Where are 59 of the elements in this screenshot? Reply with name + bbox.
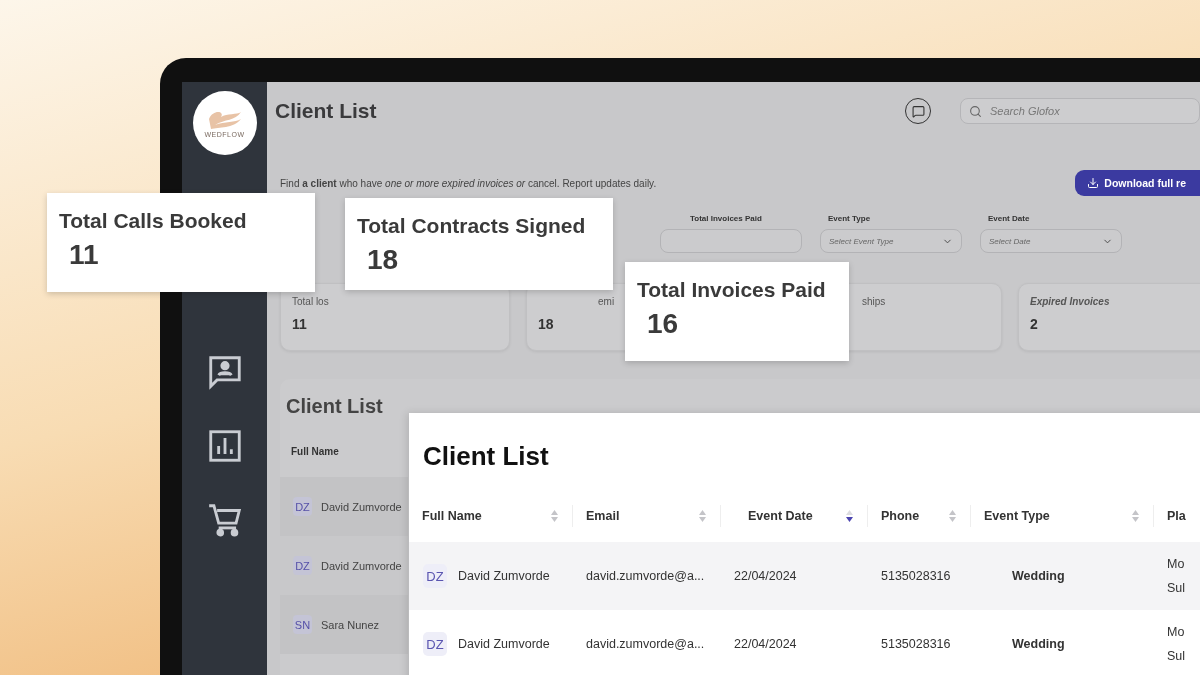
highlight-label: Total Contracts Signed bbox=[357, 214, 587, 238]
table-cell: David Zumvorde bbox=[458, 569, 550, 583]
stat-label: ships bbox=[862, 296, 886, 307]
column-header[interactable]: Event Date bbox=[721, 505, 868, 527]
table-cell-text: david.zumvorde@a... bbox=[585, 569, 706, 583]
highlight-value: 11 bbox=[68, 239, 100, 271]
table-title: Client List bbox=[423, 441, 550, 472]
table-cell: David Zumvorde bbox=[458, 637, 550, 651]
table-row[interactable]: DZ David Zumvorde bbox=[280, 477, 408, 536]
download-button[interactable]: Download full re bbox=[1075, 170, 1200, 196]
highlight-value: 18 bbox=[366, 244, 400, 276]
table-cell-text: Wedding bbox=[1011, 637, 1066, 651]
column-header[interactable]: Full Name bbox=[409, 505, 573, 527]
page-title: Client List bbox=[275, 99, 378, 123]
column-header[interactable]: Phone bbox=[868, 505, 971, 527]
filter-label: Event Type bbox=[827, 214, 872, 223]
highlight-label: Total Invoices Paid bbox=[637, 278, 827, 302]
intro-text: Find a client who have one or more expired invoices or cancel. Report updates daily. bbox=[280, 177, 657, 189]
table-cell-text: david.zumvorde@a... bbox=[585, 637, 706, 651]
stat-value: 11 bbox=[292, 316, 307, 332]
highlight-value: 16 bbox=[646, 308, 680, 340]
select-field[interactable]: Select Event Type bbox=[820, 229, 962, 253]
stat-label: emi bbox=[598, 296, 615, 307]
client-name: David Zumvorde bbox=[321, 559, 402, 572]
panel-title: Client List bbox=[286, 395, 384, 418]
column-header[interactable]: Event Type bbox=[971, 505, 1154, 527]
column-header[interactable]: Pla bbox=[1154, 505, 1200, 527]
client-name: Sara Nunez bbox=[321, 618, 380, 631]
input-field[interactable] bbox=[660, 229, 802, 253]
stat-value: 18 bbox=[538, 316, 554, 332]
table-cell-text: Mo Sul bbox=[1166, 557, 1187, 595]
sort-icon[interactable] bbox=[846, 510, 853, 522]
chat-icon bbox=[911, 104, 925, 118]
search-field[interactable]: Search Glofox bbox=[960, 98, 1200, 124]
table-cell-text: 22/04/2024 bbox=[733, 569, 798, 583]
table-cell-text: Mo Sul bbox=[1166, 625, 1187, 663]
filter-label: Event Date bbox=[987, 214, 1031, 223]
avatar: DZ bbox=[423, 632, 447, 656]
avatar: SN bbox=[293, 615, 312, 634]
column-header[interactable]: Email bbox=[573, 505, 721, 527]
stat-label: Expired Invoices bbox=[1030, 296, 1110, 307]
search-input[interactable]: Search Glofox bbox=[988, 104, 1142, 118]
table-row[interactable]: DZ David Zumvorde david.zumvorde@a... 22/04/2024 5135028316 Wedding Mo Sul bbox=[409, 542, 1200, 610]
avatar: DZ bbox=[423, 564, 447, 588]
avatar: DZ bbox=[293, 556, 312, 575]
select-field[interactable]: Select Date bbox=[980, 229, 1122, 253]
table-row[interactable]: SN Sara Nunez bbox=[280, 595, 408, 654]
table-cell-text: 22/04/2024 bbox=[733, 637, 798, 651]
table-cell-text: 5135028316 bbox=[880, 637, 952, 651]
download-icon bbox=[1087, 177, 1100, 189]
stat-label: Total los bbox=[292, 296, 329, 307]
highlight-label: Total Calls Booked bbox=[59, 209, 248, 233]
filter-label: Total Invoices Paid bbox=[689, 214, 763, 223]
table-cell-text: Wedding bbox=[1011, 569, 1066, 583]
table-cell-text: 5135028316 bbox=[880, 569, 952, 583]
stat-value: 2 bbox=[1030, 316, 1038, 332]
client-name: David Zumvorde bbox=[321, 500, 402, 513]
avatar: DZ bbox=[293, 497, 312, 516]
search-icon bbox=[969, 104, 982, 118]
